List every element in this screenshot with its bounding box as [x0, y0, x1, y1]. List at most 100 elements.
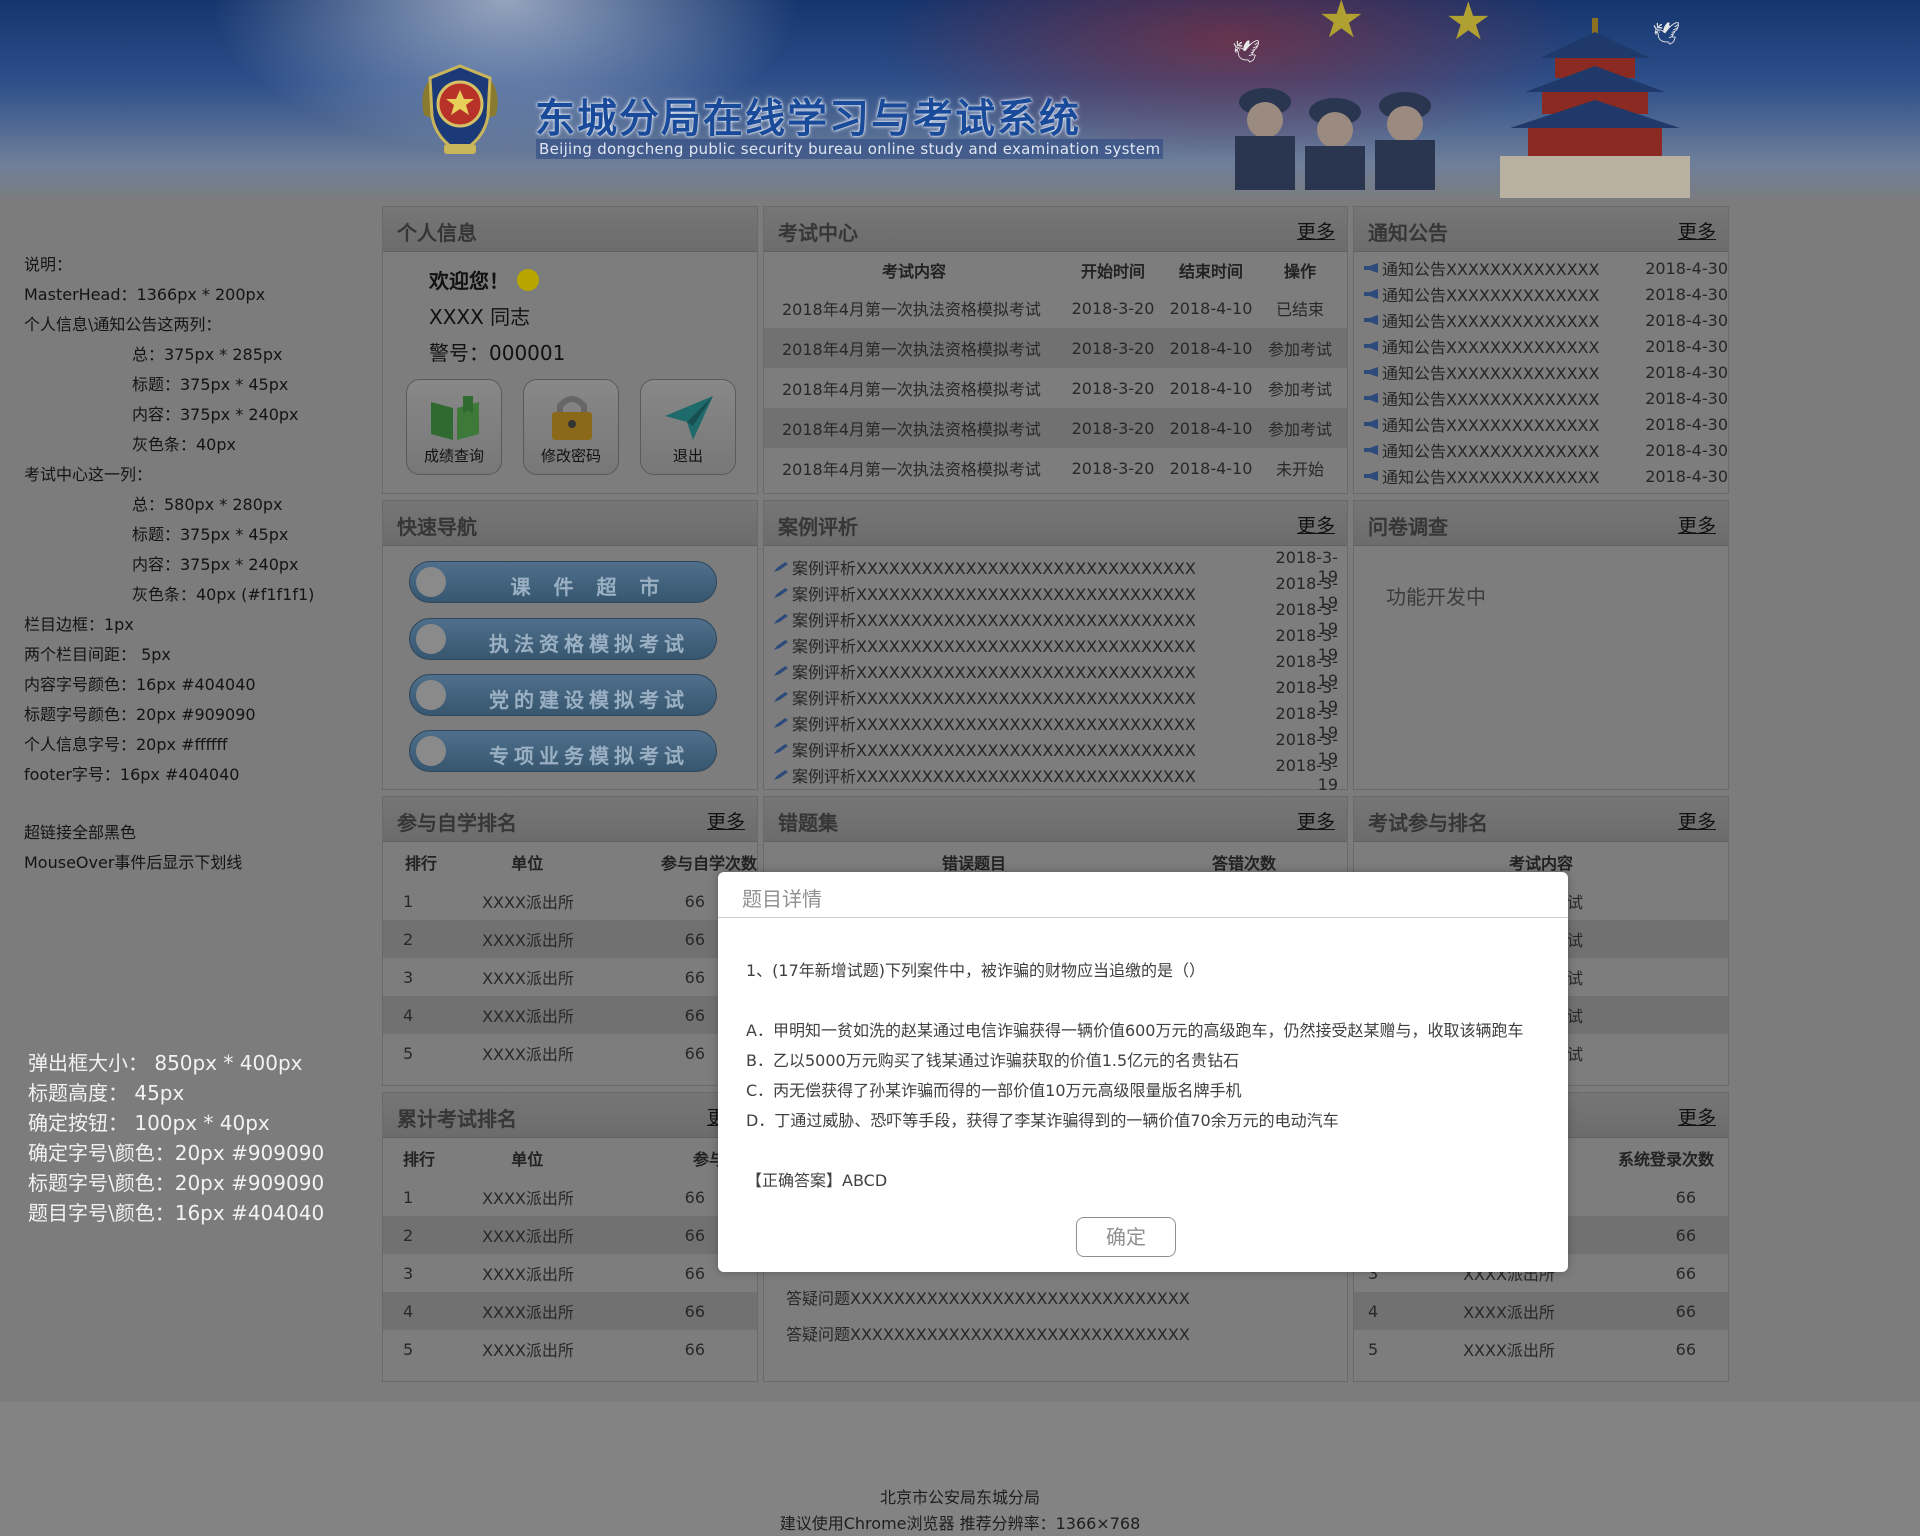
party-building-exam-button[interactable]: 党的建设模拟考试 — [409, 674, 717, 716]
notice-title[interactable]: 通知公告XXXXXXXXXXXXXX — [1382, 282, 1644, 306]
unit-name: XXXX派出所 — [482, 1265, 574, 1284]
unit-name: XXXX派出所 — [482, 893, 574, 912]
party-emblem-icon — [416, 680, 446, 710]
unit-name: XXXX派出所 — [482, 1007, 574, 1026]
note-line: 灰色条：40px — [132, 435, 236, 454]
qa-title[interactable]: 答疑问题XXXXXXXXXXXXXXXXXXXXXXXXXXXXXXX — [764, 1321, 1190, 1345]
case-date: 2018-3-19 — [1275, 756, 1338, 794]
footer: 北京市公安局东城分局 建议使用Chrome浏览器 推荐分辨率：1366×768 — [0, 1402, 1920, 1536]
notice-title[interactable]: 通知公告XXXXXXXXXXXXXX — [1382, 386, 1644, 410]
notice-title[interactable]: 通知公告XXXXXXXXXXXXXX — [1382, 412, 1644, 436]
qa-title[interactable]: 答疑问题XXXXXXXXXXXXXXXXXXXXXXXXXXXXXXX — [764, 1285, 1190, 1309]
case-title[interactable]: 案例评析XXXXXXXXXXXXXXXXXXXXXXXXXXXXXXX — [792, 711, 1258, 735]
change-password-button[interactable]: 修改密码 — [523, 379, 619, 475]
note-line: 内容字号颜色：16px #404040 — [24, 675, 256, 694]
case-title[interactable]: 案例评析XXXXXXXXXXXXXXXXXXXXXXXXXXXXXXX — [792, 737, 1258, 761]
exam-action[interactable]: 已结束 — [1260, 296, 1340, 320]
exam-row: 2018年4月第一次执法资格模拟考试 2018-3-20 2018-4-10 已结束 — [764, 288, 1347, 328]
total-rank-row: 2 XXXX派出所 66 — [383, 1216, 757, 1254]
case-title[interactable]: 案例评析XXXXXXXXXXXXXXXXXXXXXXXXXXXXXXX — [792, 659, 1258, 683]
personal-info-panel: 个人信息 欢迎您！ XXXX 同志 警号：000001 成绩查询 修改密码 退出 — [382, 206, 758, 494]
ok-button[interactable]: 确定 — [1076, 1217, 1176, 1257]
more-link[interactable]: 更多 — [1297, 511, 1335, 538]
case-title[interactable]: 案例评析XXXXXXXXXXXXXXXXXXXXXXXXXXXXXXX — [792, 555, 1258, 579]
exam-action[interactable]: 参加考试 — [1260, 416, 1340, 440]
notice-item[interactable]: 通知公告XXXXXXXXXXXXXX 2018-4-30 — [1354, 359, 1728, 385]
note-line: 个人信息\通知公告这两列： — [24, 315, 222, 334]
case-title[interactable]: 案例评析XXXXXXXXXXXXXXXXXXXXXXXXXXXXXXX — [792, 607, 1258, 631]
special-business-exam-button[interactable]: 专项业务模拟考试 — [409, 730, 717, 772]
notice-title[interactable]: 通知公告XXXXXXXXXXXXXX — [1382, 438, 1644, 462]
note-line: 标题字号\颜色：20px #909090 — [28, 1171, 325, 1195]
pencil-icon — [774, 588, 788, 598]
column-header: 单位 — [511, 1150, 544, 1169]
notice-item[interactable]: 通知公告XXXXXXXXXXXXXX 2018-4-30 — [1354, 307, 1728, 333]
notice-item[interactable]: 通知公告XXXXXXXXXXXXXX 2018-4-30 — [1354, 333, 1728, 359]
courseware-market-button[interactable]: 课 件 超 市 — [409, 561, 717, 603]
case-title[interactable]: 案例评析XXXXXXXXXXXXXXXXXXXXXXXXXXXXXXX — [792, 685, 1258, 709]
column-header: 排行 — [405, 854, 438, 873]
note-line: 标题：375px * 45px — [132, 525, 289, 544]
qa-item[interactable]: 答疑问题XXXXXXXXXXXXXXXXXXXXXXXXXXXXXXX — [764, 1279, 1347, 1315]
notice-panel: 通知公告 更多 通知公告XXXXXXXXXXXXXX 2018-4-30 通知公告XX… — [1353, 206, 1729, 494]
notice-title[interactable]: 通知公告XXXXXXXXXXXXXX — [1382, 360, 1644, 384]
pencil-icon — [774, 666, 788, 676]
notice-title[interactable]: 通知公告XXXXXXXXXXXXXX — [1382, 334, 1644, 358]
case-title[interactable]: 案例评析XXXXXXXXXXXXXXXXXXXXXXXXXXXXXXX — [792, 763, 1258, 787]
site-subtitle: Beijing dongcheng public security bureau… — [536, 139, 1164, 159]
unit-name: XXXX派出所 — [482, 969, 574, 988]
button-label: 成绩查询 — [423, 447, 484, 465]
more-link[interactable]: 更多 — [1297, 217, 1335, 244]
notice-item[interactable]: 通知公告XXXXXXXXXXXXXX 2018-4-30 — [1354, 463, 1728, 489]
notice-item[interactable]: 通知公告XXXXXXXXXXXXXX 2018-4-30 — [1354, 255, 1728, 281]
more-link[interactable]: 更多 — [1678, 1103, 1716, 1130]
notice-title[interactable]: 通知公告XXXXXXXXXXXXXX — [1382, 308, 1644, 332]
exam-action[interactable]: 参加考试 — [1260, 336, 1340, 360]
more-link[interactable]: 更多 — [1678, 807, 1716, 834]
notice-title[interactable]: 通知公告XXXXXXXXXXXXXX — [1382, 256, 1644, 280]
rank-number: 4 — [403, 1005, 414, 1025]
cart-icon — [416, 567, 446, 597]
case-item[interactable]: 案例评析XXXXXXXXXXXXXXXXXXXXXXXXXXXXXXX 2018-… — [764, 756, 1347, 794]
speaker-icon — [1364, 367, 1378, 377]
book-icon — [431, 396, 479, 440]
button-label: 修改密码 — [540, 447, 601, 465]
score-query-button[interactable]: 成绩查询 — [406, 379, 502, 475]
note-line: 个人信息字号：20px #ffffff — [24, 735, 228, 754]
more-link[interactable]: 更多 — [1678, 217, 1716, 244]
column-header: 排行 — [403, 1150, 436, 1169]
police-officers-image — [1235, 88, 1435, 190]
qa-item[interactable]: 答疑问题XXXXXXXXXXXXXXXXXXXXXXXXXXXXXXX — [764, 1315, 1347, 1351]
pencil-icon — [774, 692, 788, 702]
total-rank-row: 5 XXXX派出所 66 — [383, 1330, 757, 1368]
rank-number: 1 — [403, 891, 414, 911]
notice-item[interactable]: 通知公告XXXXXXXXXXXXXX 2018-4-30 — [1354, 385, 1728, 411]
unit-name: XXXX派出所 — [482, 1045, 574, 1064]
panel-title: 考试参与排名 — [1368, 811, 1488, 835]
column-header: 考试内容 — [881, 262, 946, 281]
case-title[interactable]: 案例评析XXXXXXXXXXXXXXXXXXXXXXXXXXXXXXX — [792, 581, 1258, 605]
notice-item[interactable]: 通知公告XXXXXXXXXXXXXX 2018-4-30 — [1354, 437, 1728, 463]
more-link[interactable]: 更多 — [707, 807, 745, 834]
more-link[interactable]: 更多 — [1678, 511, 1716, 538]
exam-action[interactable]: 未开始 — [1260, 456, 1340, 480]
option-b: B．乙以5000万元购买了钱某通过诈骗获取的价值1.5亿元的名贵钻石 — [746, 1051, 1240, 1070]
law-enforcement-exam-button[interactable]: 执法资格模拟考试 — [409, 618, 717, 660]
button-label: 党的建设模拟考试 — [489, 688, 689, 712]
logout-button[interactable]: 退出 — [640, 379, 736, 475]
notice-date: 2018-4-30 — [1645, 284, 1728, 304]
exam-name: 2018年4月第一次执法资格模拟考试 — [782, 420, 1041, 439]
count-value: 66 — [684, 1225, 705, 1245]
notice-title[interactable]: 通知公告XXXXXXXXXXXXXX — [1382, 464, 1644, 488]
column-header: 参与自学次数 — [660, 854, 757, 873]
notice-item[interactable]: 通知公告XXXXXXXXXXXXXX 2018-4-30 — [1354, 281, 1728, 307]
more-link[interactable]: 更多 — [1297, 807, 1335, 834]
total-exam-rank-panel: 累计考试排名更多 排行 单位 参与考试 1XXXX派出所662XXXX派出所66… — [382, 1092, 758, 1382]
site-title: 东城分局在线学习与考试系统 — [535, 96, 1081, 142]
case-title[interactable]: 案例评析XXXXXXXXXXXXXXXXXXXXXXXXXXXXXXX — [792, 633, 1258, 657]
notice-item[interactable]: 通知公告XXXXXXXXXXXXXX 2018-4-30 — [1354, 411, 1728, 437]
notice-date: 2018-4-30 — [1645, 336, 1728, 356]
exam-action[interactable]: 参加考试 — [1260, 376, 1340, 400]
case-analysis-panel: 案例评析 更多 案例评析XXXXXXXXXXXXXXXXXXXXXXXXXXXXX… — [763, 500, 1348, 794]
login-rank-row: 5 XXXX派出所 66 — [1354, 1330, 1728, 1368]
